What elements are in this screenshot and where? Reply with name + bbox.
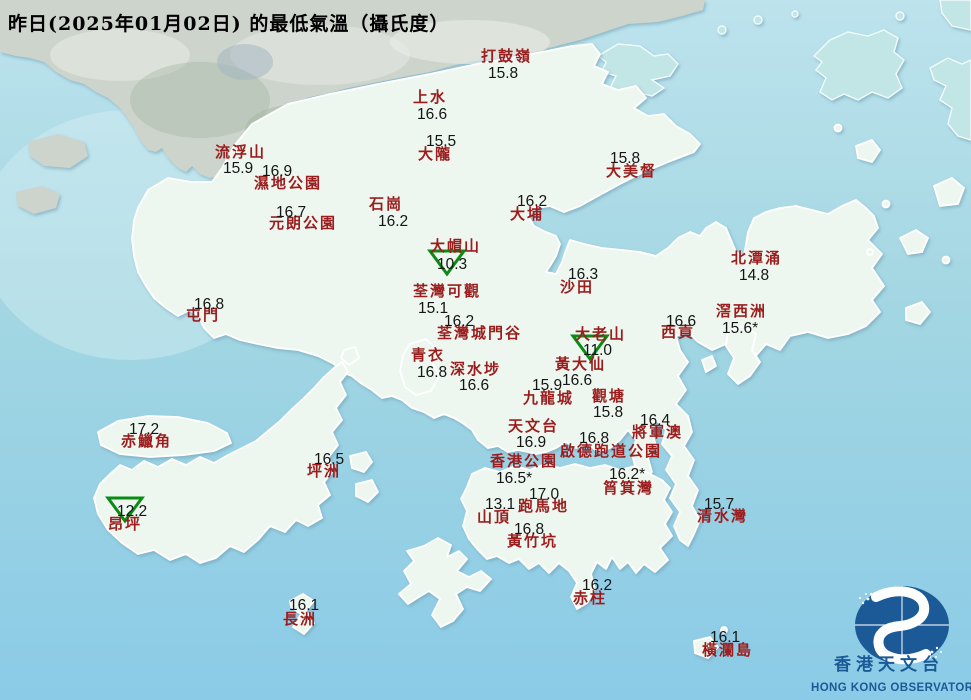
station-value: 16.8: [579, 430, 610, 447]
station-value: 17.2: [129, 421, 160, 438]
hko-logo-name-chinese: 香港天文台: [834, 655, 944, 675]
station-value: 15.9: [223, 160, 254, 177]
station-name: 長洲: [283, 610, 318, 628]
station-value: 15.9: [532, 377, 563, 394]
station-name: 大帽山: [430, 237, 482, 255]
station-name: 深水埗: [450, 360, 502, 378]
station-value: 15.6*: [722, 320, 759, 337]
station-value: 16.6: [459, 377, 490, 394]
station-value: 16.2: [517, 193, 548, 210]
station-value: 10.3: [437, 256, 468, 273]
station-value: 15.8: [610, 150, 641, 167]
station-name: 觀塘: [592, 387, 627, 405]
station-value: 14.8: [739, 267, 770, 284]
map-title: 昨日(2025年01月02日) 的最低氣溫（攝氏度）: [8, 13, 450, 35]
station-name: 香港公園: [490, 452, 559, 470]
station-value: 13.1: [485, 496, 516, 513]
station-value: 17.0: [529, 486, 560, 503]
hko-logo-name-english: HONG KONG OBSERVATORY: [811, 682, 971, 694]
station-name: 打鼓嶺: [481, 47, 533, 65]
station-value: 16.3: [568, 266, 599, 283]
station-name: 石崗: [369, 195, 404, 213]
station-value: 16.8: [514, 521, 545, 538]
station-value: 16.4: [640, 412, 671, 429]
station-name: 筲箕灣: [603, 479, 655, 497]
station-value: 16.2: [378, 213, 409, 230]
station-name: 黃大仙: [555, 355, 607, 373]
station-value: 16.1: [289, 597, 320, 614]
station-name: 啟德跑道公園: [560, 442, 663, 460]
station-value: 15.8: [593, 404, 624, 421]
station-value: 15.8: [488, 65, 519, 82]
station-value: 15.7: [704, 496, 735, 513]
station-name: 滘西洲: [716, 302, 768, 320]
station-value: 15.5: [426, 133, 457, 150]
station-value: 16.1: [710, 629, 741, 646]
station-name: 天文台: [508, 417, 560, 435]
station-value: 16.5: [314, 451, 345, 468]
station-name: 大老山: [575, 325, 627, 343]
station-name: 上水: [413, 88, 448, 106]
station-value: 16.2: [582, 577, 613, 594]
station-value: 12.2: [117, 503, 148, 520]
station-value: 16.6: [417, 106, 448, 123]
station-value: 16.9: [516, 434, 547, 451]
station-value: 16.8: [194, 296, 225, 313]
station-value: 16.2: [444, 313, 475, 330]
station-value: 16.2*: [609, 466, 646, 483]
station-value: 16.6: [666, 313, 697, 330]
station-value: 16.5*: [496, 470, 533, 487]
station-name: 流浮山: [215, 143, 267, 161]
hko-min-temperature-map: 打鼓嶺 15.8 上水 16.6 大隴 15.5 大美督 15.8 流浮山 15.9 濕地公園 16.…: [0, 0, 971, 700]
station-value: 16.8: [417, 364, 448, 381]
station-value: 16.7: [276, 204, 307, 221]
station-value: 16.6: [562, 372, 593, 389]
hko-logo: 香港天文台 HONG KONG OBSERVATORY: [811, 572, 971, 700]
station-name: 北潭涌: [731, 249, 783, 267]
station-name: 荃灣可觀: [413, 282, 482, 300]
station-name: 青衣: [411, 346, 446, 364]
station-value: 16.9: [262, 163, 293, 180]
